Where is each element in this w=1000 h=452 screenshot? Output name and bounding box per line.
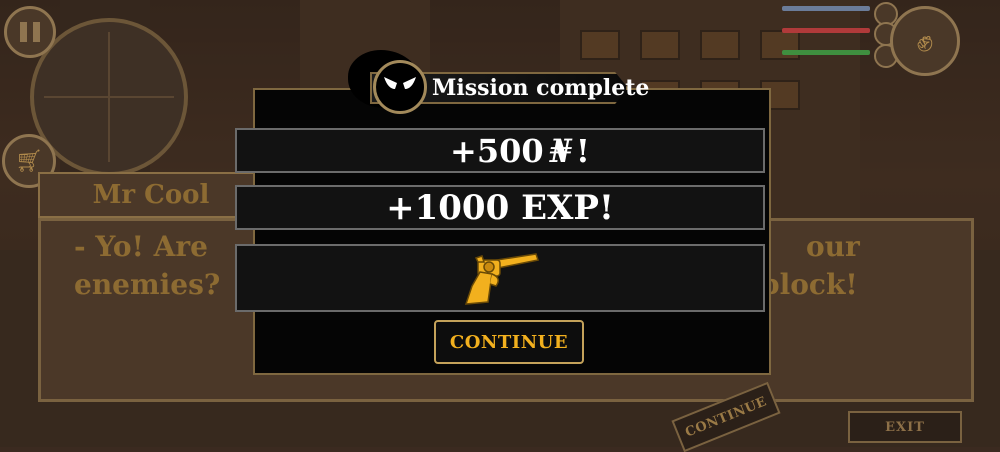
dialog-text-right: our bbox=[806, 230, 860, 263]
speaker-name: Mr Cool bbox=[92, 180, 210, 210]
money-amount: +500 bbox=[450, 131, 544, 170]
status-bars bbox=[782, 6, 870, 72]
shop-cart-icon: 🛒︎ bbox=[15, 148, 43, 174]
dialog-text-left: - Yo! Are enemies? bbox=[74, 230, 221, 301]
armor-bar bbox=[782, 6, 870, 11]
reward-money-row: +500 ₦! bbox=[235, 128, 765, 173]
fist-icon: ✊︎ bbox=[916, 23, 934, 59]
reward-item-row bbox=[235, 244, 765, 312]
modal-title: Mission complete bbox=[432, 75, 650, 101]
exit-button[interactable]: EXIT bbox=[848, 411, 962, 443]
pause-button[interactable] bbox=[4, 6, 56, 58]
angry-face-logo-icon bbox=[373, 60, 427, 114]
dialog-text-right-2: block! bbox=[760, 268, 858, 301]
exp-reward: +1000 EXP! bbox=[386, 187, 614, 228]
reward-exp-row: +1000 EXP! bbox=[235, 185, 765, 230]
stamina-bar bbox=[782, 50, 870, 55]
health-bar bbox=[782, 28, 870, 33]
revolver-icon bbox=[464, 253, 539, 305]
money-suffix: ! bbox=[575, 131, 590, 170]
currency-icon: ₦ bbox=[549, 131, 572, 170]
pause-icon bbox=[20, 22, 27, 42]
continue-button[interactable]: CONTINUE bbox=[434, 320, 584, 364]
speaker-name-tab: Mr Cool bbox=[38, 172, 264, 218]
punch-button[interactable]: ✊︎ bbox=[890, 6, 960, 76]
